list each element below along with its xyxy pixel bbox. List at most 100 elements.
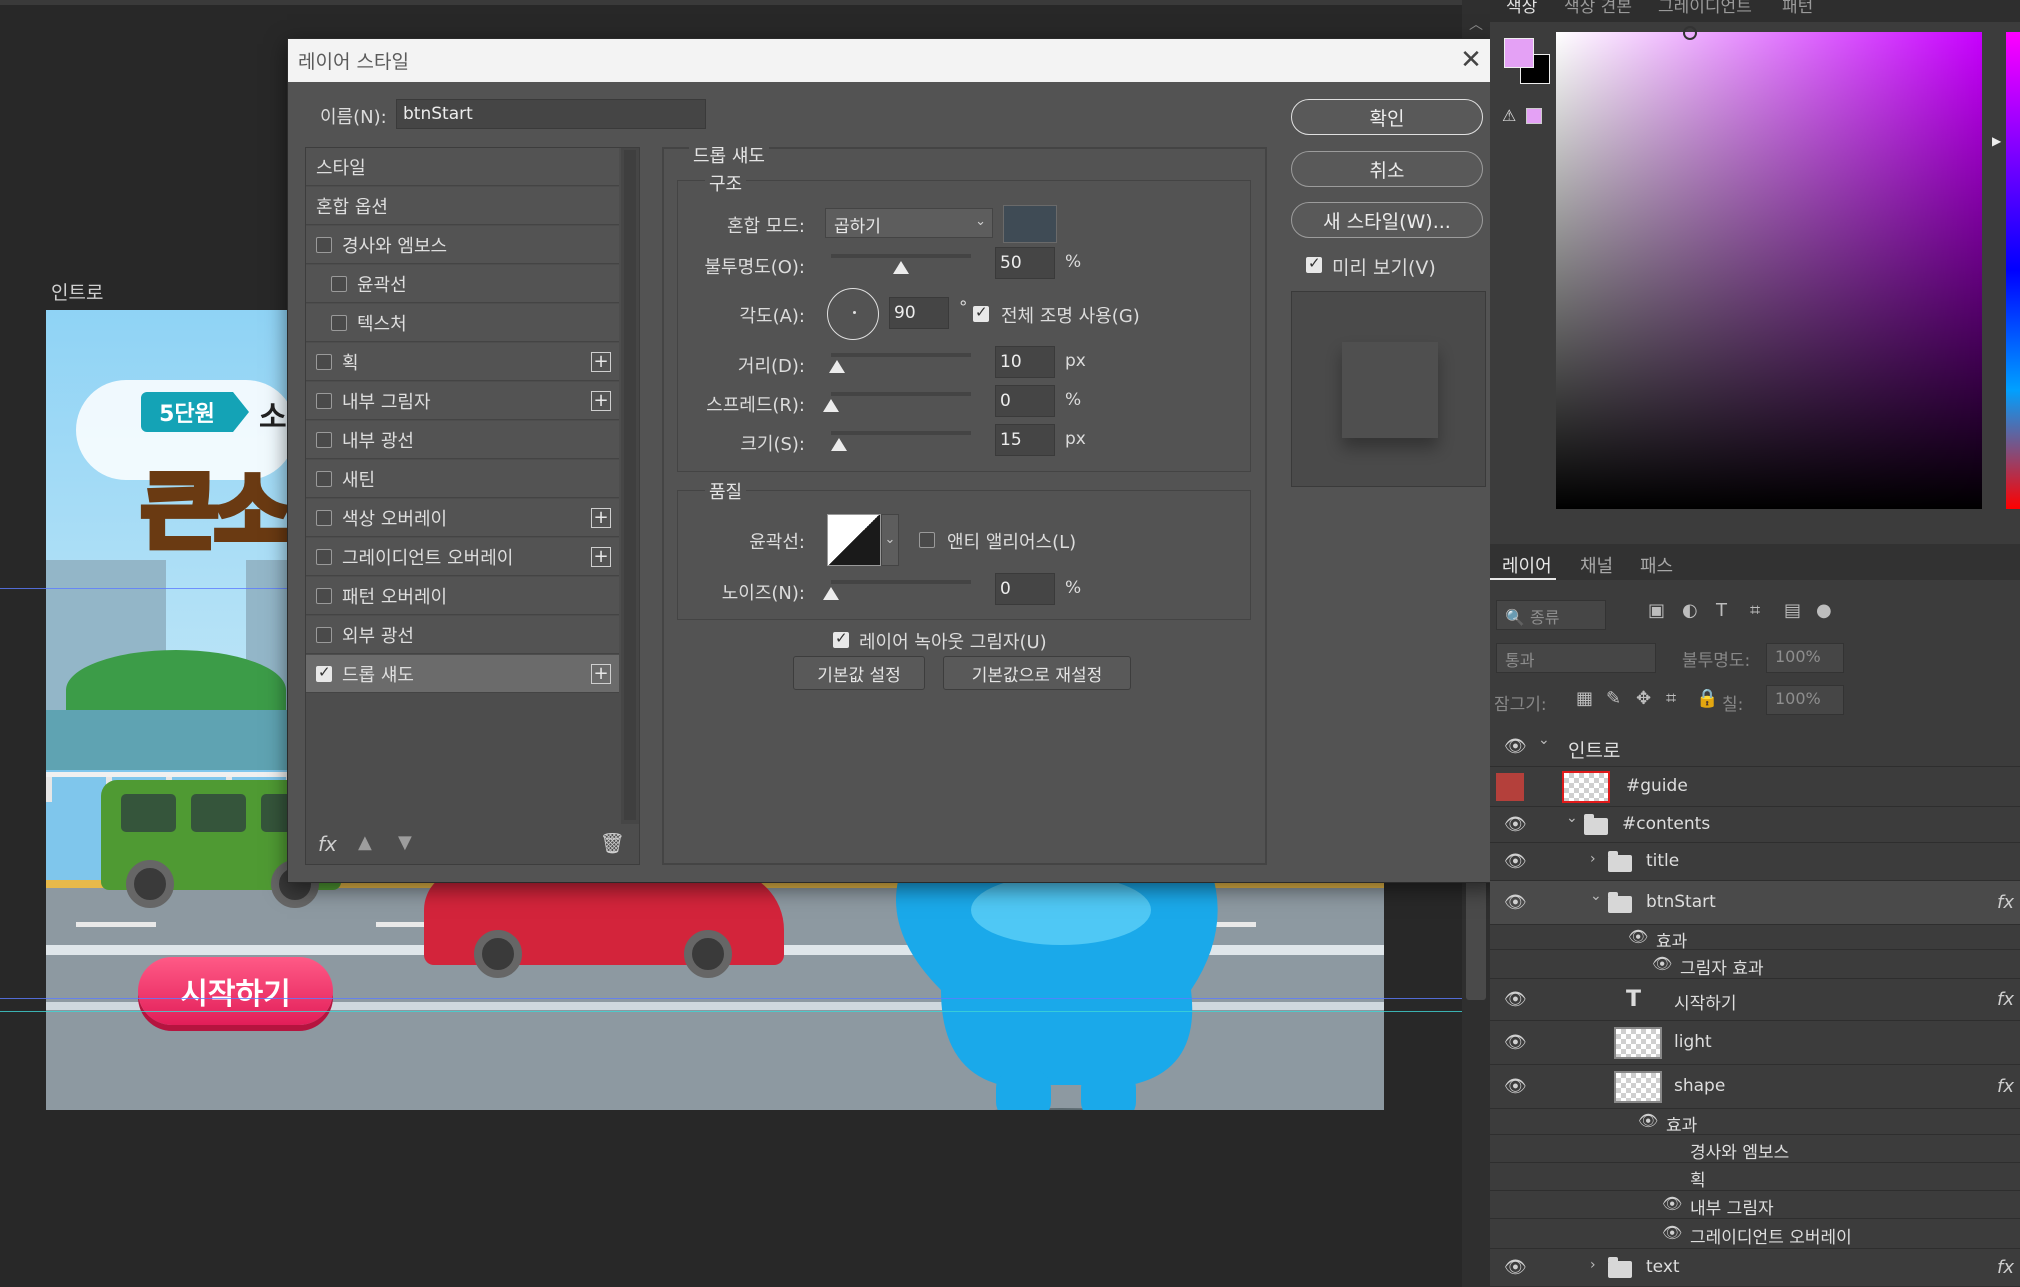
fx-badge[interactable]: fx bbox=[1997, 1257, 2014, 1278]
style-list-scrollbar[interactable] bbox=[621, 148, 639, 824]
tab-patterns[interactable]: 패턴 bbox=[1782, 0, 1813, 17]
chevron-down-icon[interactable]: ⌄ bbox=[1590, 888, 1602, 904]
distance-slider-knob[interactable] bbox=[829, 360, 845, 373]
layer-row[interactable]: 👁 그림자 효과 bbox=[1490, 950, 2020, 979]
add-effect-icon[interactable]: + bbox=[591, 508, 611, 528]
layer-row[interactable]: 👁 › text fx bbox=[1490, 1249, 2020, 1287]
style-checkbox[interactable] bbox=[316, 626, 332, 643]
blend-mode-select[interactable]: 통과 bbox=[1496, 643, 1656, 673]
layer-row[interactable]: 👁 light bbox=[1490, 1021, 2020, 1065]
layer-row[interactable]: 👁 그레이디언트 오버레이 bbox=[1490, 1219, 2020, 1249]
style-list-item[interactable]: 내부 그림자 + bbox=[306, 382, 619, 420]
layer-row[interactable]: 👁 › title bbox=[1490, 843, 2020, 881]
shape-filter-icon[interactable]: ⌗ bbox=[1750, 600, 1760, 621]
size-slider[interactable] bbox=[831, 431, 971, 435]
noise-slider-knob[interactable] bbox=[823, 587, 839, 600]
style-checkbox[interactable] bbox=[316, 663, 332, 682]
layer-row[interactable]: #guide bbox=[1490, 767, 2020, 807]
ok-button[interactable]: 확인 bbox=[1291, 99, 1483, 135]
layer-filter-select[interactable]: 🔍 종류 bbox=[1496, 600, 1606, 630]
angle-dial[interactable] bbox=[827, 288, 879, 340]
tab-gradients[interactable]: 그레이디언트 bbox=[1658, 0, 1752, 17]
arrow-up-icon[interactable]: ▲ bbox=[358, 832, 372, 853]
blend-mode-select[interactable]: 곱하기 ⌄ bbox=[825, 208, 993, 238]
style-list-item[interactable]: 경사와 엠보스 bbox=[306, 226, 619, 264]
style-checkbox[interactable] bbox=[316, 548, 332, 565]
lock-artboard-icon[interactable]: ⌗ bbox=[1666, 688, 1676, 709]
visibility-toggle-hidden[interactable] bbox=[1496, 773, 1524, 801]
layer-row[interactable]: 👁 ⌄ 인트로 bbox=[1490, 727, 2020, 767]
smart-object-filter-icon[interactable]: ▤ bbox=[1784, 600, 1801, 621]
fx-menu-button[interactable]: fx bbox=[318, 832, 337, 856]
reset-default-button[interactable]: 기본값으로 재설정 bbox=[943, 656, 1131, 690]
hue-pointer-icon[interactable]: ▶ bbox=[1992, 134, 2001, 148]
add-effect-icon[interactable]: + bbox=[591, 352, 611, 372]
spread-slider-knob[interactable] bbox=[823, 399, 839, 412]
tab-paths[interactable]: 패스 bbox=[1640, 552, 1673, 578]
style-list-item[interactable]: 패턴 오버레이 bbox=[306, 577, 619, 615]
style-list-item[interactable]: 그레이디언트 오버레이 + bbox=[306, 538, 619, 576]
distance-slider[interactable] bbox=[831, 353, 971, 357]
contour-picker[interactable] bbox=[827, 514, 881, 566]
tab-channels[interactable]: 채널 bbox=[1580, 552, 1613, 578]
text-filter-icon[interactable]: T bbox=[1716, 600, 1727, 621]
style-list-item[interactable]: 혼합 옵션 bbox=[306, 187, 619, 225]
chevron-down-icon[interactable]: ⌄ bbox=[1538, 732, 1550, 748]
eye-icon[interactable]: 👁 bbox=[1652, 954, 1672, 973]
size-slider-knob[interactable] bbox=[831, 438, 847, 451]
style-checkbox[interactable] bbox=[316, 509, 332, 526]
layer-row[interactable]: 👁 ⌄ #contents bbox=[1490, 807, 2020, 843]
dialog-titlebar[interactable]: 레이어 스타일 bbox=[288, 39, 1498, 82]
style-checkbox[interactable] bbox=[316, 431, 332, 448]
global-light-checkbox[interactable] bbox=[973, 303, 989, 322]
eye-icon[interactable]: 👁 bbox=[1504, 1032, 1527, 1053]
style-list-item[interactable]: 윤곽선 bbox=[306, 265, 619, 303]
style-list[interactable]: 스타일 혼합 옵션 경사와 엠보스 윤곽선 텍스처 획 + 내부 그림자 + 내부 광선 새틴 색상 … bbox=[305, 147, 640, 865]
preview-checkbox[interactable] bbox=[1306, 254, 1322, 273]
fill-field[interactable]: 100% bbox=[1766, 685, 1844, 715]
add-effect-icon[interactable]: + bbox=[591, 664, 611, 684]
tab-color[interactable]: 색상 bbox=[1506, 0, 1537, 17]
layer-row[interactable]: 👁 내부 그림자 bbox=[1490, 1191, 2020, 1219]
style-checkbox[interactable] bbox=[316, 470, 332, 487]
scrollbar-thumb[interactable] bbox=[624, 150, 636, 820]
close-icon[interactable]: ✕ bbox=[1456, 45, 1486, 75]
eye-icon[interactable]: 👁 bbox=[1504, 851, 1527, 872]
opacity-slider-knob[interactable] bbox=[893, 261, 909, 274]
knockout-checkbox[interactable] bbox=[833, 629, 849, 648]
new-style-button[interactable]: 새 스타일(W)... bbox=[1291, 202, 1483, 238]
eye-icon[interactable]: 👁 bbox=[1504, 736, 1527, 757]
eye-icon[interactable]: 👁 bbox=[1504, 1257, 1527, 1278]
style-list-item[interactable]: 내부 광선 bbox=[306, 421, 619, 459]
style-list-item[interactable]: 스타일 bbox=[306, 148, 619, 186]
style-list-item[interactable]: 외부 광선 bbox=[306, 616, 619, 654]
distance-input[interactable]: 10 bbox=[995, 346, 1055, 378]
layer-row[interactable]: 👁 효과 bbox=[1490, 925, 2020, 952]
start-button[interactable]: 시작하기 bbox=[138, 957, 333, 1025]
filter-toggle-icon[interactable]: ● bbox=[1816, 600, 1832, 621]
arrow-down-icon[interactable]: ▼ bbox=[398, 832, 412, 853]
style-checkbox[interactable] bbox=[316, 353, 332, 370]
tab-layers[interactable]: 레이어 bbox=[1502, 552, 1552, 578]
size-input[interactable]: 15 bbox=[995, 424, 1055, 456]
layer-row[interactable]: 👁 shape fx bbox=[1490, 1065, 2020, 1109]
layer-row[interactable]: 👁 ⌄ btnStart fx bbox=[1490, 881, 2020, 925]
opacity-slider[interactable] bbox=[831, 254, 971, 258]
style-list-item[interactable]: 색상 오버레이 + bbox=[306, 499, 619, 537]
adjustment-filter-icon[interactable]: ◐ bbox=[1682, 600, 1698, 621]
foreground-color-swatch[interactable] bbox=[1504, 38, 1534, 68]
eye-icon[interactable]: 👁 bbox=[1504, 1076, 1527, 1097]
style-checkbox[interactable] bbox=[331, 314, 347, 331]
lock-all-icon[interactable]: 🔒 bbox=[1696, 688, 1718, 709]
eye-icon[interactable]: 👁 bbox=[1504, 989, 1527, 1010]
chevron-right-icon[interactable]: › bbox=[1590, 1257, 1596, 1273]
style-checkbox[interactable] bbox=[316, 392, 332, 409]
name-field[interactable]: btnStart bbox=[396, 99, 706, 129]
image-filter-icon[interactable]: ▣ bbox=[1648, 600, 1665, 621]
artboard-label[interactable]: 인트로 bbox=[51, 278, 103, 305]
scroll-up-icon[interactable]: ︿ bbox=[1469, 14, 1483, 34]
eye-icon[interactable]: 👁 bbox=[1662, 1223, 1682, 1242]
opacity-input[interactable]: 50 bbox=[995, 247, 1055, 279]
opacity-field[interactable]: 100% bbox=[1766, 643, 1844, 673]
tab-swatches[interactable]: 색상 견본 bbox=[1564, 0, 1632, 17]
